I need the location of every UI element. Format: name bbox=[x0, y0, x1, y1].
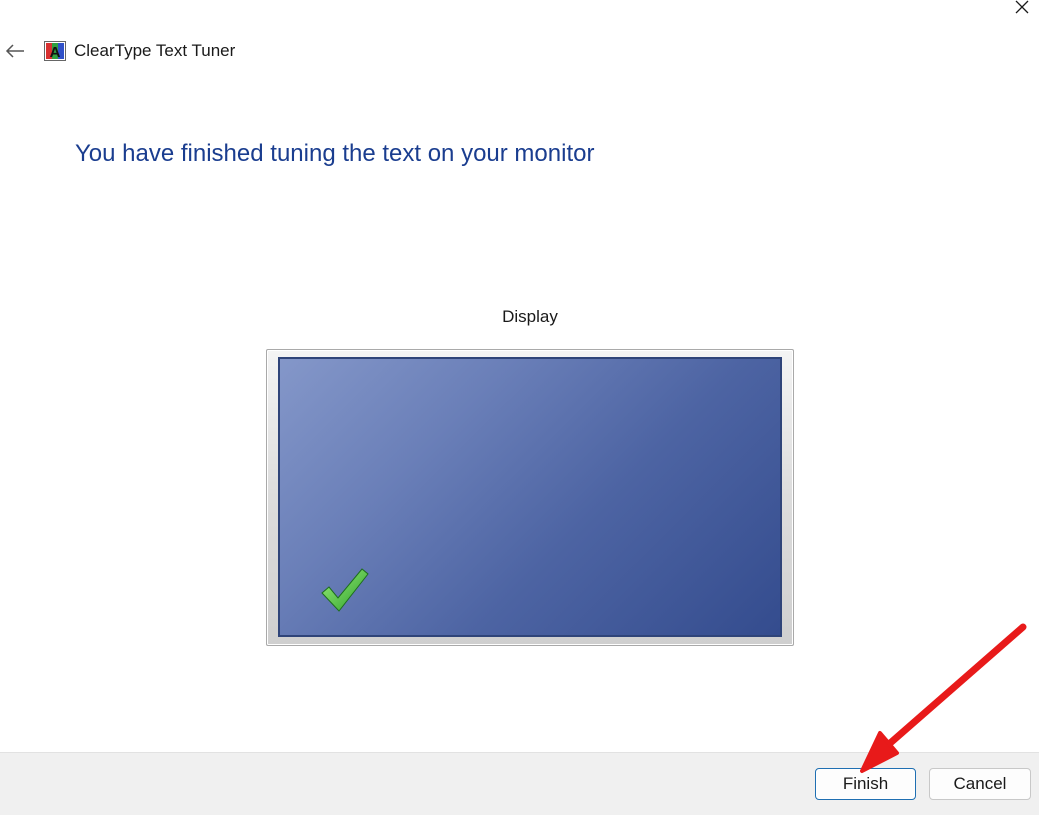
monitor-illustration bbox=[266, 349, 794, 646]
page-heading: You have finished tuning the text on you… bbox=[75, 140, 595, 167]
title-bar: A ClearType Text Tuner bbox=[0, 36, 235, 66]
display-label: Display bbox=[502, 307, 558, 326]
cleartype-app-icon: A bbox=[44, 41, 66, 61]
close-button[interactable] bbox=[1009, 0, 1035, 20]
cancel-button[interactable]: Cancel bbox=[929, 768, 1031, 800]
checkmark-icon bbox=[321, 568, 369, 612]
monitor-screen bbox=[278, 357, 782, 637]
back-button[interactable] bbox=[0, 36, 30, 66]
cleartype-window: A ClearType Text Tuner You have finished… bbox=[0, 0, 1039, 815]
app-title: ClearType Text Tuner bbox=[74, 41, 236, 60]
footer-bar: Finish Cancel bbox=[0, 752, 1039, 815]
svg-text:A: A bbox=[50, 44, 61, 61]
finish-button[interactable]: Finish bbox=[815, 768, 916, 800]
back-arrow-icon bbox=[5, 44, 24, 58]
close-icon bbox=[1015, 0, 1029, 14]
